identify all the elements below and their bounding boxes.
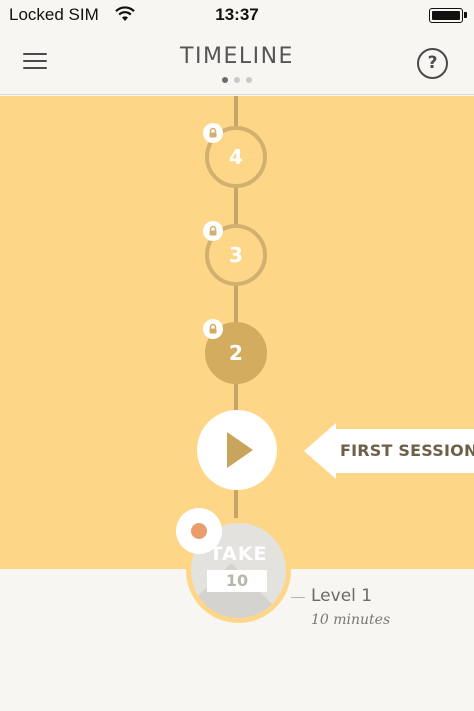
level-duration: 10 minutes (311, 612, 391, 628)
help-button[interactable]: ? (417, 48, 448, 79)
page-dot-3[interactable] (246, 77, 252, 83)
lock-icon (203, 319, 223, 339)
status-time: 13:37 (215, 5, 259, 24)
battery-fill (432, 11, 460, 20)
play-icon (227, 432, 253, 468)
battery-icon (429, 8, 467, 23)
page-dot-1[interactable] (222, 77, 228, 83)
page-title: TIMELINE (180, 44, 294, 69)
take-value: 10 (207, 570, 267, 592)
page-dot-2[interactable] (234, 77, 240, 83)
progress-badge (176, 508, 222, 554)
level-connector (291, 597, 305, 598)
nav-header: TIMELINE ? (0, 32, 474, 95)
lock-icon (203, 221, 223, 241)
timeline-area: 4 3 2 FIRST SESSION (0, 96, 474, 569)
lock-icon (203, 123, 223, 143)
first-session-callout[interactable]: FIRST SESSION (304, 423, 474, 479)
callout-label: FIRST SESSION (340, 441, 474, 460)
play-button[interactable] (197, 410, 277, 490)
level-name: Level 1 (311, 586, 373, 606)
badge-dot-icon (191, 523, 207, 539)
page-indicator[interactable] (0, 77, 474, 83)
status-bar: Locked SIM 13:37 (0, 0, 474, 32)
